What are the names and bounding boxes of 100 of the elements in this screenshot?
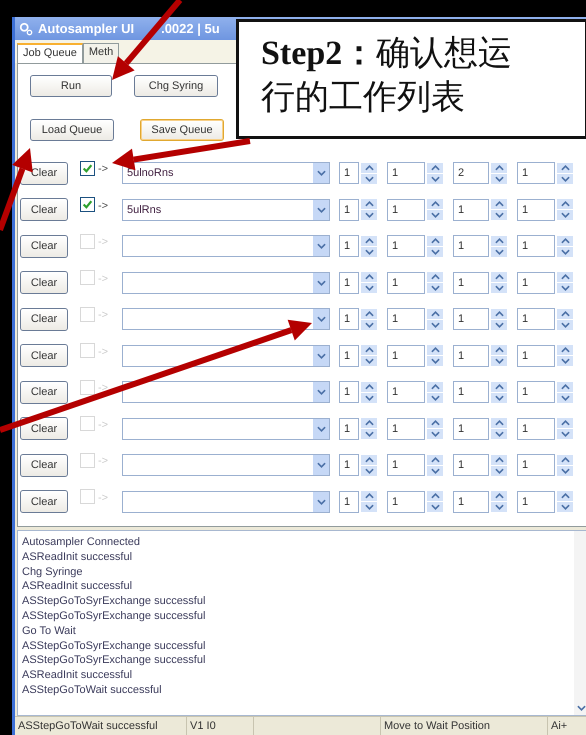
spin-up-button[interactable]	[427, 418, 443, 428]
spin-down-button[interactable]	[427, 174, 443, 184]
spin-up-button[interactable]	[427, 199, 443, 210]
button[interactable]: Run	[30, 75, 112, 98]
spin-up-button[interactable]	[557, 491, 573, 502]
number-field[interactable]: 1	[387, 272, 425, 294]
spin-up-button[interactable]	[557, 272, 573, 282]
number-field[interactable]: 1	[339, 490, 359, 513]
number-field[interactable]: 1	[453, 490, 489, 513]
spin-up-button[interactable]	[557, 345, 573, 356]
dropdown-arrow-button[interactable]	[313, 309, 329, 330]
number-field[interactable]: 1	[339, 272, 359, 294]
spin-up-button[interactable]	[557, 199, 573, 210]
clear-button[interactable]: Clear	[20, 490, 68, 514]
program-dropdown[interactable]	[122, 381, 330, 404]
number-field[interactable]: 1	[387, 490, 425, 513]
button[interactable]: Chg Syring	[134, 75, 218, 98]
spin-down-button[interactable]	[491, 210, 507, 220]
spin-up-button[interactable]	[361, 162, 377, 173]
clear-button[interactable]: Clear	[20, 271, 68, 294]
number-field[interactable]: 1	[387, 198, 425, 221]
spin-down-button[interactable]	[557, 429, 573, 440]
spin-down-button[interactable]	[491, 392, 507, 403]
spin-down-button[interactable]	[361, 466, 377, 476]
number-field[interactable]: 1	[339, 418, 359, 440]
number-field[interactable]: 1	[387, 162, 425, 184]
dropdown-arrow-button[interactable]	[313, 418, 329, 439]
spin-down-button[interactable]	[361, 283, 377, 294]
spin-up-button[interactable]	[491, 491, 507, 502]
spin-down-button[interactable]	[491, 356, 507, 366]
spin-down-button[interactable]	[491, 174, 507, 184]
spin-down-button[interactable]	[557, 210, 573, 220]
spin-up-button[interactable]	[361, 199, 377, 210]
number-field[interactable]: 1	[387, 235, 425, 258]
spin-up-button[interactable]	[361, 308, 377, 319]
number-field[interactable]: 1	[453, 235, 489, 258]
spin-down-button[interactable]	[557, 283, 573, 294]
spin-up-button[interactable]	[491, 162, 507, 173]
number-field[interactable]: 1	[339, 235, 359, 258]
number-field[interactable]: 1	[387, 308, 425, 330]
spin-up-button[interactable]	[557, 454, 573, 465]
spin-down-button[interactable]	[361, 246, 377, 257]
spin-up-button[interactable]	[361, 272, 377, 282]
spin-up-button[interactable]	[361, 236, 377, 246]
spin-up-button[interactable]	[427, 308, 443, 319]
dropdown-arrow-button[interactable]	[313, 346, 329, 366]
spin-up-button[interactable]	[427, 236, 443, 246]
spin-up-button[interactable]	[427, 491, 443, 502]
number-field[interactable]: 1	[517, 162, 555, 184]
number-field[interactable]: 1	[517, 308, 555, 330]
program-dropdown[interactable]: 5ulRns	[122, 198, 330, 221]
scrollbar[interactable]	[574, 531, 586, 715]
clear-button[interactable]: Clear	[20, 344, 68, 368]
number-field[interactable]: 1	[339, 162, 359, 184]
dropdown-arrow-button[interactable]	[313, 236, 329, 256]
spin-up-button[interactable]	[427, 382, 443, 392]
spin-up-button[interactable]	[427, 272, 443, 282]
spin-down-button[interactable]	[557, 246, 573, 257]
number-field[interactable]: 1	[339, 381, 359, 404]
spin-up-button[interactable]	[491, 236, 507, 246]
spin-up-button[interactable]	[557, 382, 573, 392]
spin-up-button[interactable]	[427, 454, 443, 465]
spin-up-button[interactable]	[361, 418, 377, 428]
spin-up-button[interactable]	[557, 308, 573, 319]
dropdown-arrow-button[interactable]	[313, 382, 329, 402]
spin-up-button[interactable]	[557, 418, 573, 428]
program-dropdown[interactable]: 5ulnoRns	[122, 162, 330, 184]
number-field[interactable]: 1	[339, 198, 359, 221]
spin-down-button[interactable]	[427, 356, 443, 366]
spin-up-button[interactable]	[557, 162, 573, 173]
spin-down-button[interactable]	[491, 246, 507, 257]
spin-down-button[interactable]	[557, 174, 573, 184]
button[interactable]: Save Queue	[140, 119, 224, 142]
number-field[interactable]: 1	[517, 418, 555, 440]
spin-down-button[interactable]	[491, 283, 507, 294]
tab[interactable]: Meth	[82, 43, 120, 64]
number-field[interactable]: 1	[387, 418, 425, 440]
spin-down-button[interactable]	[427, 246, 443, 257]
spin-down-button[interactable]	[557, 320, 573, 330]
dropdown-arrow-button[interactable]	[313, 455, 329, 476]
dropdown-arrow-button[interactable]	[313, 272, 329, 293]
spin-down-button[interactable]	[427, 392, 443, 403]
spin-down-button[interactable]	[361, 210, 377, 220]
spin-up-button[interactable]	[491, 454, 507, 465]
spin-down-button[interactable]	[427, 429, 443, 440]
spin-up-button[interactable]	[491, 382, 507, 392]
spin-down-button[interactable]	[491, 502, 507, 512]
spin-up-button[interactable]	[361, 454, 377, 465]
spin-down-button[interactable]	[557, 466, 573, 476]
spin-up-button[interactable]	[491, 308, 507, 319]
spin-up-button[interactable]	[491, 345, 507, 356]
spin-down-button[interactable]	[491, 466, 507, 476]
spin-up-button[interactable]	[557, 236, 573, 246]
number-field[interactable]: 2	[453, 162, 489, 184]
spin-down-button[interactable]	[491, 320, 507, 330]
spin-down-button[interactable]	[427, 466, 443, 476]
spin-down-button[interactable]	[427, 210, 443, 220]
program-dropdown[interactable]	[122, 344, 330, 367]
number-field[interactable]: 1	[453, 344, 489, 367]
number-field[interactable]: 1	[453, 454, 489, 476]
